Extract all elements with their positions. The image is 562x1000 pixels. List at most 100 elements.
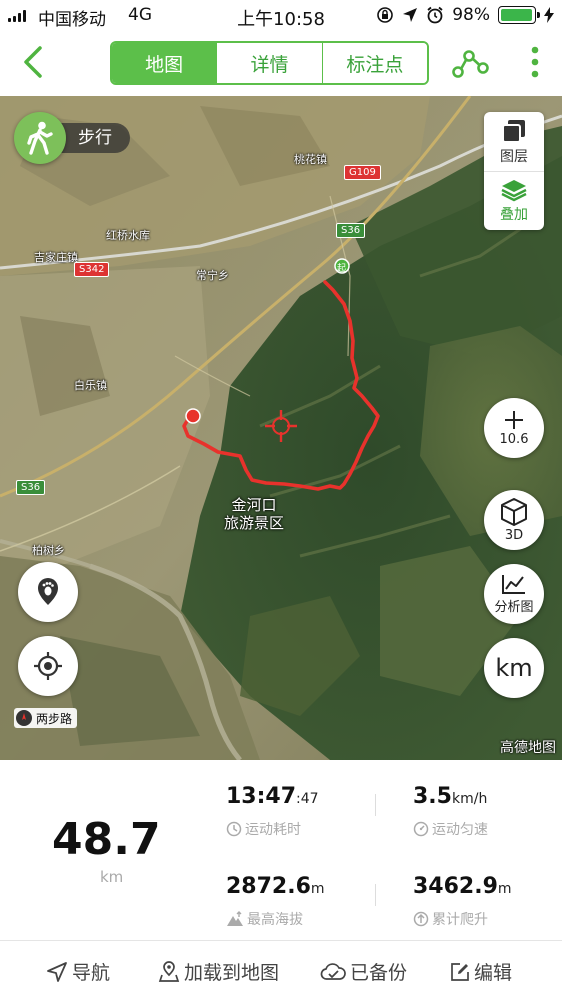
battery-percent: 98% <box>452 5 490 25</box>
road-s36-left: S36 <box>16 480 46 495</box>
layers-icon <box>502 119 525 143</box>
distance-unit: km <box>100 868 124 886</box>
climb-value: 3462.9 <box>413 874 498 899</box>
satellite-terrain <box>0 96 562 760</box>
scenic-area-label: 金河口 旅游景区 <box>224 496 284 532</box>
altitude-icon <box>227 911 243 926</box>
divider <box>375 884 376 906</box>
scenic-area-line-1: 金河口 <box>231 496 277 514</box>
max-altitude-label: 最高海拔 <box>247 912 303 928</box>
total-distance: 48.7 <box>52 814 161 865</box>
place-taohua: 桃花镇 <box>294 153 327 166</box>
analysis-label: 分析图 <box>494 600 534 615</box>
climb-label: 累计爬升 <box>432 912 488 928</box>
speed-unit: km/h <box>451 791 488 807</box>
pin-map-icon <box>158 960 180 982</box>
tab-map[interactable]: 地图 <box>112 43 218 83</box>
edit-label: 编辑 <box>474 962 513 984</box>
cube-3d-icon <box>501 498 527 526</box>
climb-icon <box>413 911 429 927</box>
max-altitude-value: 2872.6 <box>226 874 311 899</box>
start-marker-label: 起 <box>337 264 347 274</box>
stats-panel: 48.7 km 13:47:47 运动耗时 3.5km/h 运动匀速 2872.… <box>0 760 562 940</box>
walker-icon <box>14 112 66 164</box>
view-3d-button[interactable]: 3D <box>484 490 544 550</box>
overlay-label: 叠加 <box>500 207 528 223</box>
cloud-backup-icon <box>320 962 346 980</box>
chart-icon <box>502 575 525 594</box>
end-marker-dot[interactable] <box>185 408 201 424</box>
overlay-stack-icon <box>501 180 527 202</box>
compass-icon <box>16 710 32 726</box>
duration-value: 13:47 <box>226 784 297 809</box>
duration-seconds: :47 <box>296 791 319 807</box>
stat-climb: 3462.9m 累计爬升 <box>413 874 512 929</box>
speed-icon <box>413 821 429 837</box>
layer-panel: 图层 叠加 <box>484 112 544 230</box>
more-vertical-icon[interactable] <box>524 44 546 80</box>
max-altitude-unit: m <box>310 881 325 897</box>
navigate-button[interactable]: 导航 <box>46 958 110 985</box>
locate-icon <box>34 652 62 680</box>
divider <box>375 794 376 816</box>
load-to-map-button[interactable]: 加载到地图 <box>158 958 279 985</box>
speed-label: 运动匀速 <box>432 822 488 838</box>
map-view[interactable]: 桃花镇 G109 S36 红桥水库 吉家庄镇 S342 常宁乡 白乐镇 S36 … <box>0 96 562 760</box>
zoom-plus-icon <box>505 411 523 429</box>
map-provider-brand: 高德地图 <box>500 740 556 756</box>
tab-markers[interactable]: 标注点 <box>322 43 427 83</box>
route-share-icon[interactable] <box>452 44 490 80</box>
locate-button[interactable] <box>18 636 78 696</box>
road-s342: S342 <box>74 262 110 277</box>
app-watermark: 两步路 <box>14 708 78 728</box>
navigate-label: 导航 <box>72 962 111 984</box>
view-3d-label: 3D <box>504 528 524 543</box>
back-chevron-icon[interactable] <box>16 44 52 80</box>
charging-bolt-icon <box>544 7 554 23</box>
unit-label: km <box>495 654 533 682</box>
place-jijiazhuang: 吉家庄镇 <box>34 251 78 264</box>
view-tabs: 地图 详情 标注点 <box>110 41 429 85</box>
zoom-level: 10.6 <box>499 432 529 447</box>
place-hongqiao: 红桥水库 <box>106 229 150 242</box>
backup-button[interactable]: 已备份 <box>320 958 407 985</box>
sport-mode-button[interactable]: 步行 <box>14 112 130 164</box>
status-right-group: 98% <box>376 5 554 25</box>
road-s36-top: S36 <box>336 223 366 238</box>
unit-button[interactable]: km <box>484 638 544 698</box>
speed-value: 3.5 <box>413 784 452 809</box>
battery-level-fill <box>501 9 533 21</box>
edit-icon <box>451 962 469 981</box>
place-baiyue: 白乐镇 <box>74 379 107 392</box>
place-baishu: 柏树乡 <box>32 544 65 557</box>
status-bar: 中国移动 4G 上午10:58 98% <box>0 0 562 32</box>
navigate-arrow-icon <box>47 961 67 982</box>
layers-label: 图层 <box>500 148 528 165</box>
edit-button[interactable]: 编辑 <box>450 958 512 985</box>
footprint-icon <box>38 578 58 605</box>
footprint-button[interactable] <box>18 562 78 622</box>
place-changning: 常宁乡 <box>196 269 229 282</box>
backup-label: 已备份 <box>350 962 408 984</box>
battery-icon <box>498 6 540 24</box>
bottom-toolbar: 导航 加载到地图 已备份 编辑 <box>0 940 562 1000</box>
climb-unit: m <box>497 881 512 897</box>
load-to-map-label: 加载到地图 <box>184 962 280 984</box>
alarm-icon <box>427 6 443 24</box>
stat-speed: 3.5km/h 运动匀速 <box>413 784 488 839</box>
stat-duration: 13:47:47 运动耗时 <box>226 784 319 839</box>
app-watermark-label: 两步路 <box>36 711 73 726</box>
rotation-lock-icon <box>377 7 394 23</box>
stat-max-altitude: 2872.6m 最高海拔 <box>226 874 325 929</box>
scenic-area-line-2: 旅游景区 <box>224 514 285 532</box>
zoom-button[interactable]: 10.6 <box>484 398 544 458</box>
clock-icon <box>226 821 242 837</box>
location-arrow-icon <box>403 8 418 22</box>
duration-label: 运动耗时 <box>245 822 301 838</box>
tab-details[interactable]: 详情 <box>217 43 323 83</box>
layers-button[interactable]: 图层 <box>484 112 544 171</box>
overlay-button[interactable]: 叠加 <box>484 171 544 230</box>
analysis-button[interactable]: 分析图 <box>484 564 544 624</box>
nav-bar: 地图 详情 标注点 <box>0 32 562 96</box>
road-g109: G109 <box>344 165 381 180</box>
